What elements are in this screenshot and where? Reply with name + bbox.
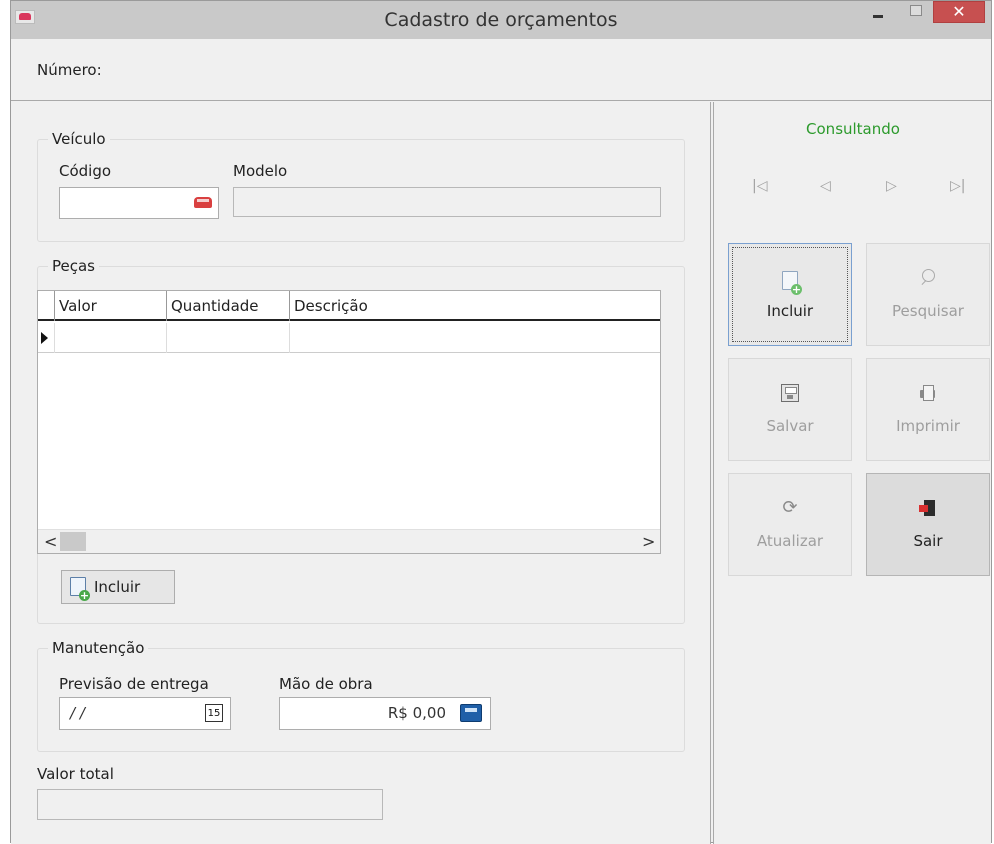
maximize-button[interactable] [902,1,928,27]
close-button[interactable]: ✕ [933,1,985,23]
parts-grid[interactable]: Valor Quantidade Descrição < > [37,290,661,554]
parts-grid-header: Valor Quantidade Descrição [38,291,660,321]
add-document-icon [70,577,90,601]
previous-record-icon[interactable]: ◁ [820,178,831,194]
vehicle-model-label: Modelo [233,162,288,180]
imprimir-button[interactable]: Imprimir [866,358,990,461]
add-document-icon [782,271,802,295]
refresh-icon: ⟳ [782,497,798,518]
delivery-date-label: Previsão de entrega [59,675,209,693]
status-text: Consultando [806,120,900,138]
salvar-button[interactable]: Salvar [728,358,852,461]
car-lookup-icon[interactable] [192,195,214,211]
form-panel: Veículo Código Modelo Peças Valor Quanti… [11,102,711,844]
incluir-label: Incluir [766,302,814,320]
atualizar-button[interactable]: ⟳ Atualizar [728,473,852,576]
close-icon: ✕ [952,2,966,21]
next-record-icon[interactable]: ▷ [886,178,897,194]
sair-button[interactable]: Sair [866,473,990,576]
vehicle-group-label: Veículo [48,130,110,148]
horizontal-scrollbar[interactable]: < > [38,529,660,553]
column-header-descricao[interactable]: Descrição [289,291,660,321]
number-label: Número: [37,61,102,79]
table-row[interactable] [38,323,660,353]
actions-panel: Consultando |◁ ◁ ▷ ▷| Incluir Pesquisar … [713,102,991,844]
first-record-icon[interactable]: |◁ [752,178,767,194]
calculator-icon[interactable] [460,704,482,722]
add-part-button[interactable]: Incluir [61,570,175,604]
vehicle-model-field [233,187,661,217]
scroll-right-icon[interactable]: > [642,532,655,551]
scroll-left-icon[interactable]: < [44,532,57,551]
parts-group-label: Peças [48,257,99,275]
imprimir-label: Imprimir [896,417,960,435]
last-record-icon[interactable]: ▷| [950,178,965,194]
labor-label: Mão de obra [279,675,373,693]
sair-label: Sair [913,532,943,550]
cell-quantidade[interactable] [166,323,289,353]
number-bar: Número: [11,39,991,101]
column-header-quantidade[interactable]: Quantidade [166,291,289,321]
scroll-thumb[interactable] [60,532,86,551]
incluir-button[interactable]: Incluir [728,243,852,346]
minimize-button[interactable] [865,1,891,27]
calendar-icon[interactable]: 15 [205,704,223,722]
cell-valor[interactable] [54,323,166,353]
save-icon [781,384,799,402]
printer-icon [919,384,937,402]
exit-door-icon [919,499,937,517]
salvar-label: Salvar [766,417,814,435]
pesquisar-button[interactable]: Pesquisar [866,243,990,346]
vehicle-code-input[interactable] [59,187,219,219]
cell-descricao[interactable] [289,323,660,353]
title-bar[interactable]: Cadastro de orçamentos ✕ [11,1,991,39]
vehicle-code-label: Código [59,162,112,180]
column-header-valor[interactable]: Valor [54,291,166,321]
search-icon [919,269,937,287]
current-row-indicator-icon [41,332,48,344]
total-value-field [37,789,383,820]
budget-window: Cadastro de orçamentos ✕ Número: Veículo… [10,0,992,844]
window-title: Cadastro de orçamentos [384,9,618,31]
add-part-label: Incluir [94,578,141,596]
delivery-date-input[interactable]: / / 15 [59,697,231,730]
total-value-label: Valor total [37,765,114,783]
labor-cost-input[interactable]: R$ 0,00 [279,697,491,730]
atualizar-label: Atualizar [756,532,824,550]
pesquisar-label: Pesquisar [892,302,964,320]
maintenance-group-label: Manutenção [48,639,149,657]
